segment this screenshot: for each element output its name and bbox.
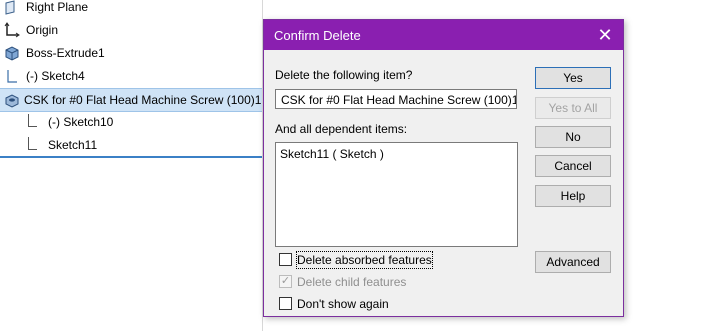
list-item[interactable]: Sketch11 ( Sketch )	[280, 147, 513, 161]
tree-item-csk[interactable]: CSK for #0 Flat Head Machine Screw (100)…	[0, 90, 262, 110]
delete-child-checkbox-row: ✓ Delete child features	[279, 274, 439, 292]
tree-item-sketch4[interactable]: (-) Sketch4	[0, 66, 262, 86]
sketch-icon	[7, 70, 17, 83]
cancel-button-label: Cancel	[554, 159, 592, 173]
advanced-button-label: Advanced	[546, 255, 600, 269]
yes-to-all-button[interactable]: Yes to All	[535, 97, 611, 119]
dependents-label: And all dependent items:	[275, 122, 408, 136]
tree-item-sketch11[interactable]: Sketch11	[0, 135, 262, 155]
rollback-bar[interactable]	[0, 156, 262, 158]
yes-button-label: Yes	[563, 71, 583, 85]
tree-item-right-plane[interactable]: Right Plane	[0, 0, 262, 17]
no-button-label: No	[565, 130, 581, 144]
plane-icon	[5, 0, 15, 15]
close-icon[interactable]: ✕	[593, 23, 617, 47]
origin-icon	[4, 22, 20, 38]
delete-absorbed-label: Delete absorbed features	[296, 251, 433, 269]
tree-item-label: (-) Sketch4	[26, 69, 85, 83]
no-button[interactable]: No	[535, 126, 611, 148]
item-to-delete-field[interactable]: CSK for #0 Flat Head Machine Screw (100)…	[275, 89, 517, 109]
delete-prompt-label: Delete the following item?	[275, 68, 413, 82]
help-button-label: Help	[560, 189, 586, 203]
delete-absorbed-checkbox[interactable]	[279, 253, 292, 266]
tree-item-label: (-) Sketch10	[48, 115, 114, 129]
tree-item-label: CSK for #0 Flat Head Machine Screw (100)…	[24, 93, 262, 107]
tree-item-sketch10[interactable]: (-) Sketch10	[0, 112, 262, 132]
dont-show-again-checkbox-row[interactable]: Don't show again	[279, 296, 439, 314]
tree-item-boss-extrude1[interactable]: Boss-Extrude1	[0, 43, 262, 63]
tree-item-origin[interactable]: Origin	[0, 20, 262, 40]
dont-show-again-checkbox[interactable]	[279, 297, 292, 310]
dont-show-again-label: Don't show again	[297, 297, 389, 311]
confirm-delete-dialog: Confirm Delete ✕ Delete the following it…	[263, 19, 624, 317]
help-button[interactable]: Help	[535, 185, 611, 207]
dialog-title: Confirm Delete	[274, 28, 361, 43]
extrude-icon	[5, 46, 19, 61]
delete-absorbed-checkbox-row[interactable]: Delete absorbed features	[279, 251, 439, 270]
advanced-button[interactable]: Advanced	[535, 251, 611, 273]
yes-to-all-button-label: Yes to All	[548, 101, 598, 115]
cancel-button[interactable]: Cancel	[535, 155, 611, 177]
delete-child-label: Delete child features	[297, 275, 407, 289]
delete-child-checkbox: ✓	[279, 275, 292, 288]
tree-item-label: Right Plane	[26, 0, 89, 14]
tree-item-label: Boss-Extrude1	[26, 46, 105, 60]
yes-button[interactable]: Yes	[535, 67, 611, 89]
dialog-titlebar[interactable]: Confirm Delete ✕	[264, 20, 623, 50]
tree-item-label: Sketch11	[48, 138, 98, 152]
tree-item-label: Origin	[26, 23, 59, 37]
dependent-items-list[interactable]: Sketch11 ( Sketch )	[275, 142, 518, 247]
hole-wizard-icon	[5, 94, 19, 108]
